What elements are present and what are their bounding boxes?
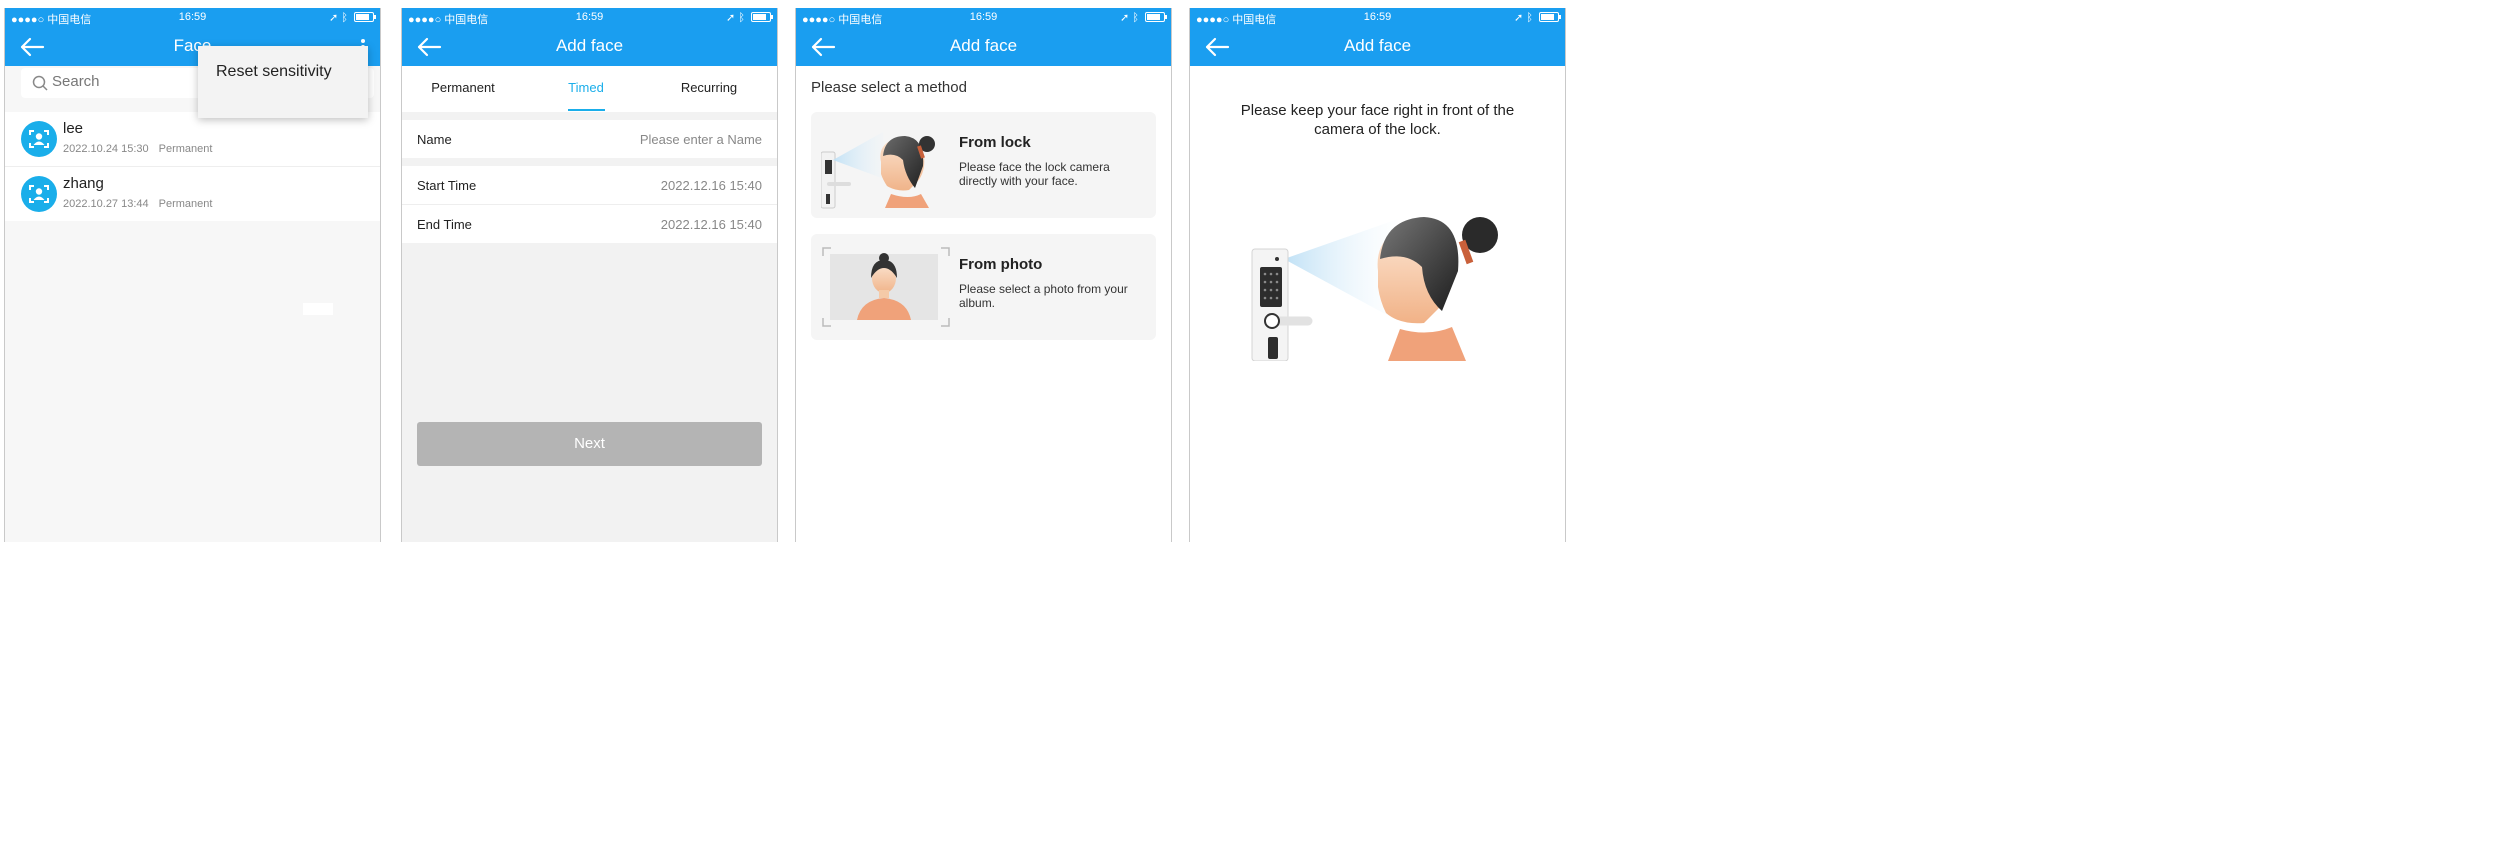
- status-time: 16:59: [178, 11, 207, 23]
- from-lock-title: From lock: [959, 134, 1031, 151]
- lock-face-illustration: [1251, 217, 1498, 361]
- blank-patch: [303, 303, 333, 315]
- from-photo-title: From photo: [959, 256, 1043, 273]
- battery-icon: [1145, 12, 1167, 22]
- face-scan-icon: [21, 176, 57, 212]
- end-time-label: End Time: [417, 217, 472, 232]
- location-icon: ➚: [329, 12, 339, 24]
- page-title: Add face: [949, 36, 1018, 55]
- bluetooth-icon: ᛒ: [1526, 12, 1533, 24]
- photo-face-illustration: [822, 247, 950, 327]
- battery-icon: [751, 12, 773, 22]
- status-time: 16:59: [1363, 11, 1392, 23]
- popup-menu: Reset sensitivity: [198, 46, 368, 118]
- location-icon: ➚: [1514, 12, 1524, 24]
- status-bar: ●●●●○ 中国电信 16:59 ➚ ᛒ: [402, 8, 777, 28]
- status-time: 16:59: [969, 11, 998, 23]
- face-instruction: Please keep your face right in front of …: [1240, 102, 1515, 138]
- add-face-method-screen: ●●●●○ 中国电信 16:59 ➚ ᛒ Add face Please sel…: [795, 8, 1172, 542]
- name-input-placeholder[interactable]: Please enter a Name: [640, 132, 762, 147]
- from-lock-desc: Please face the lock camera directly wit…: [959, 160, 1110, 188]
- start-time-label: Start Time: [417, 178, 477, 193]
- name-field[interactable]: Name Please enter a Name: [402, 120, 777, 158]
- page-title: Add face: [555, 36, 624, 55]
- start-time-field[interactable]: Start Time 2022.12.16 15:40: [402, 166, 777, 205]
- method-prompt: Please select a method: [811, 79, 967, 96]
- face-type: Permanent: [158, 198, 213, 210]
- face-list: lee 2022.10.24 15:30 Permanent zhang 2022…: [5, 112, 380, 221]
- location-icon: ➚: [1120, 12, 1130, 24]
- location-icon: ➚: [726, 12, 736, 24]
- lock-face-illustration: [821, 132, 935, 209]
- face-meta: 2022.10.27 13:44 Permanent: [63, 198, 212, 210]
- bluetooth-icon: ᛒ: [738, 12, 745, 24]
- next-button[interactable]: Next: [417, 422, 762, 466]
- status-bar: ●●●●○ 中国电信 16:59 ➚ ᛒ: [1190, 8, 1565, 28]
- battery-icon: [354, 12, 376, 22]
- status-bar: ●●●●○ 中国电信 16:59 ➚ ᛒ: [5, 8, 380, 28]
- status-icons: ➚ ᛒ: [1514, 11, 1561, 24]
- status-time: 16:59: [575, 11, 604, 23]
- list-item[interactable]: lee 2022.10.24 15:30 Permanent: [5, 112, 380, 167]
- bluetooth-icon: ᛒ: [341, 12, 348, 24]
- status-icons: ➚ ᛒ: [329, 11, 376, 24]
- status-icons: ➚ ᛒ: [1120, 11, 1167, 24]
- status-icons: ➚ ᛒ: [726, 11, 773, 24]
- end-time-value[interactable]: 2022.12.16 15:40: [661, 217, 762, 232]
- search-icon: [32, 75, 48, 91]
- tab-permanent[interactable]: Permanent: [408, 80, 518, 95]
- face-name: lee: [63, 120, 84, 137]
- add-face-instruction-screen: ●●●●○ 中国电信 16:59 ➚ ᛒ Add face Please kee…: [1189, 8, 1566, 542]
- battery-icon: [1539, 12, 1561, 22]
- from-photo-card[interactable]: From photo Please select a photo from yo…: [811, 234, 1156, 340]
- face-date: 2022.10.27 13:44: [63, 198, 149, 210]
- nav-bar: Add face: [1190, 28, 1565, 66]
- face-list-screen: ●●●●○ 中国电信 16:59 ➚ ᛒ Face Search lee 202…: [4, 8, 381, 542]
- status-bar: ●●●●○ 中国电信 16:59 ➚ ᛒ: [796, 8, 1171, 28]
- bluetooth-icon: ᛒ: [1132, 12, 1139, 24]
- end-time-field[interactable]: End Time 2022.12.16 15:40: [402, 205, 777, 243]
- nav-bar: Add face: [402, 28, 777, 66]
- search-placeholder: Search: [52, 73, 100, 90]
- reset-sensitivity-menu-item[interactable]: Reset sensitivity: [216, 58, 346, 86]
- nav-bar: Add face: [796, 28, 1171, 66]
- face-scan-icon: [21, 121, 57, 157]
- face-meta: 2022.10.24 15:30 Permanent: [63, 143, 212, 155]
- face-type: Permanent: [158, 143, 213, 155]
- face-name: zhang: [63, 175, 104, 192]
- from-photo-desc: Please select a photo from your album.: [959, 282, 1128, 310]
- add-face-timed-screen: ●●●●○ 中国电信 16:59 ➚ ᛒ Add face Permanent …: [401, 8, 778, 542]
- tab-recurring[interactable]: Recurring: [654, 80, 764, 95]
- page-title: Add face: [1343, 36, 1412, 55]
- name-label: Name: [417, 132, 452, 147]
- list-item[interactable]: zhang 2022.10.27 13:44 Permanent: [5, 167, 380, 221]
- tab-bar: Permanent Timed Recurring: [402, 66, 777, 112]
- from-lock-card[interactable]: From lock Please face the lock camera di…: [811, 112, 1156, 218]
- tab-timed[interactable]: Timed: [531, 80, 641, 95]
- start-time-value[interactable]: 2022.12.16 15:40: [661, 178, 762, 193]
- active-tab-indicator: [568, 109, 605, 111]
- face-date: 2022.10.24 15:30: [63, 143, 149, 155]
